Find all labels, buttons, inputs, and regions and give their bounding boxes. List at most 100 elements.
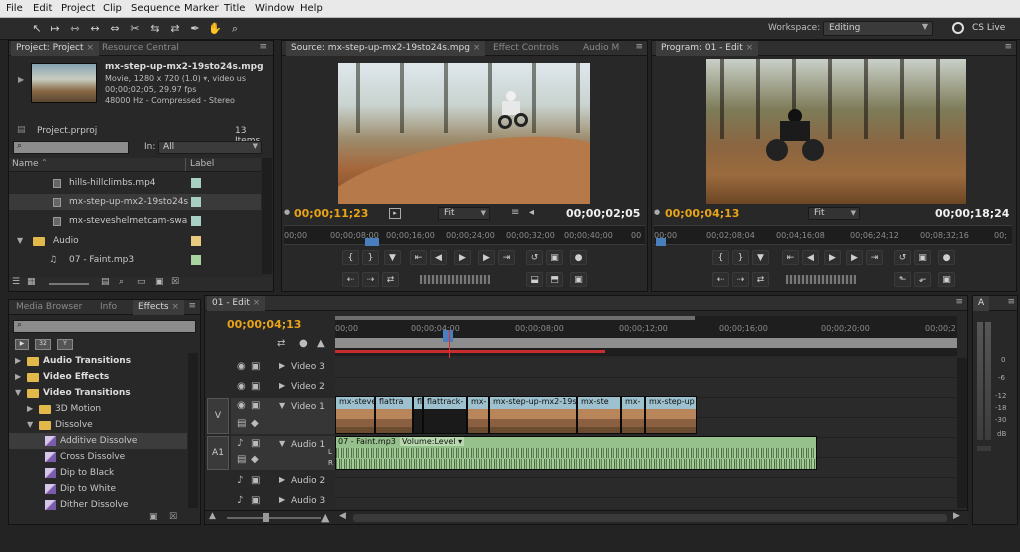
display-style-icon[interactable]: ▤ — [237, 418, 246, 429]
label-swatch[interactable] — [191, 236, 201, 246]
program-fit-select[interactable]: Fit ▼ — [808, 207, 860, 220]
expand-icon[interactable]: ▶ — [279, 475, 285, 484]
label-swatch[interactable] — [191, 255, 201, 265]
export-frame-icon[interactable]: ▣ — [570, 272, 587, 287]
timeline-timecode[interactable]: 00;00;04;13 — [227, 318, 301, 331]
close-icon[interactable]: × — [746, 43, 754, 53]
panel-menu-icon[interactable]: ≡ — [635, 42, 643, 52]
step-back-icon[interactable]: ◀ — [802, 250, 819, 265]
drag-audio-icon[interactable]: ≡ — [511, 207, 519, 218]
menu-title[interactable]: Title — [224, 0, 245, 18]
cs-live-label[interactable]: CS Live — [972, 23, 1005, 33]
mark-out-icon[interactable]: } — [362, 250, 379, 265]
speaker-icon[interactable]: ♪ — [237, 475, 243, 486]
hand-tool-icon[interactable]: ✋ — [206, 21, 224, 37]
tab-sequence[interactable]: 01 - Edit × — [207, 296, 266, 311]
expand-icon[interactable]: ▶ — [279, 361, 285, 370]
ripple-edit-tool-icon[interactable]: ⇿ — [66, 21, 84, 37]
video-clip[interactable]: mx- — [467, 396, 489, 434]
expand-icon[interactable]: ▶ — [279, 381, 285, 390]
panel-menu-icon[interactable]: ≡ — [1007, 297, 1015, 307]
eye-icon[interactable]: ◉ — [237, 361, 246, 372]
shuttle-icon[interactable]: ⇢ — [732, 272, 749, 287]
source-fit-select[interactable]: Fit ▼ — [438, 207, 490, 220]
disclosure-triangle-icon[interactable]: ▶ — [15, 369, 21, 385]
lift-icon[interactable]: ⬑ — [894, 272, 911, 287]
close-icon[interactable]: × — [473, 43, 481, 53]
tab-audio-mixer[interactable]: Audio M — [578, 41, 624, 56]
menu-project[interactable]: Project — [61, 0, 95, 18]
zoom-tool-icon[interactable]: ⌕ — [226, 21, 244, 37]
play-in-to-out-icon[interactable]: ⇠ — [342, 272, 359, 287]
play-icon[interactable]: ▶ — [824, 250, 841, 265]
keyframe-icon[interactable]: ◆ — [251, 418, 259, 429]
rolling-edit-tool-icon[interactable]: ↔ — [86, 21, 104, 37]
list-item[interactable]: hills-hillclimbs.mp4 — [9, 175, 261, 191]
eye-icon[interactable]: ◉ — [237, 400, 246, 411]
effect-item[interactable]: Cross Dissolve — [9, 449, 187, 465]
pen-tool-icon[interactable]: ✒ — [186, 21, 204, 37]
effects-folder-item[interactable]: ▶ Audio Transitions — [9, 353, 187, 369]
go-to-in-icon[interactable]: ⇤ — [782, 250, 799, 265]
collapse-icon[interactable]: ▼ — [279, 439, 285, 448]
list-view-icon[interactable]: ☰ — [12, 277, 20, 287]
trash-icon[interactable]: ☒ — [171, 277, 179, 287]
go-to-out-icon[interactable]: ⇥ — [498, 250, 515, 265]
settings-icon[interactable]: ◂ — [529, 207, 534, 218]
timeline-vertical-scrollbar[interactable] — [957, 358, 967, 508]
effects-folder-item[interactable]: ▼ Video Transitions — [9, 385, 187, 401]
trash-icon[interactable]: ☒ — [169, 512, 177, 522]
automate-icon[interactable]: ▤ — [101, 277, 110, 287]
disclosure-triangle-icon[interactable]: ▼ — [15, 385, 21, 401]
list-item-selected[interactable]: mx-step-up-mx2-19sto24s — [9, 194, 261, 210]
rate-stretch-tool-icon[interactable]: ⇔ — [106, 21, 124, 37]
program-timecode[interactable]: 00;00;04;13 — [665, 207, 739, 220]
set-marker-icon[interactable]: ▼ — [384, 250, 401, 265]
lock-icon[interactable]: ▣ — [251, 400, 260, 411]
drag-video-icon[interactable]: ▸ — [389, 208, 401, 219]
zoom-slider[interactable] — [227, 517, 321, 519]
project-scrollbar[interactable] — [262, 158, 272, 274]
step-forward-icon[interactable]: ▶ — [478, 250, 495, 265]
mark-in-icon[interactable]: { — [342, 250, 359, 265]
effects-folder-item[interactable]: ▶ Video Effects — [9, 369, 187, 385]
disclosure-triangle-icon[interactable]: ▼ — [27, 417, 33, 433]
safe-margins-icon[interactable]: ▣ — [546, 250, 563, 265]
label-swatch[interactable] — [191, 216, 201, 226]
workspace-select[interactable]: Editing ▼ — [823, 21, 933, 36]
video-clip[interactable]: mx- — [621, 396, 645, 434]
zoom-slider[interactable] — [49, 279, 89, 285]
effects-search-input[interactable]: ⌕ — [13, 320, 196, 333]
icon-view-icon[interactable]: ▦ — [27, 277, 36, 287]
col-name[interactable]: Name — [12, 159, 39, 169]
effect-item[interactable]: Additive Dissolve — [9, 433, 187, 449]
eye-icon[interactable]: ◉ — [237, 381, 246, 392]
zoom-in-icon[interactable]: ▲ — [321, 511, 329, 524]
program-playhead[interactable] — [656, 238, 666, 246]
list-item-folder[interactable]: ▼ Audio — [9, 233, 261, 249]
razor-tool-icon[interactable]: ✂ — [126, 21, 144, 37]
menu-help[interactable]: Help — [300, 0, 323, 18]
lock-icon[interactable]: ▣ — [251, 381, 260, 392]
list-item[interactable]: ♫ 07 - Faint.mp3 — [9, 252, 261, 268]
menu-marker[interactable]: Marker — [184, 0, 219, 18]
jog-wheel[interactable] — [786, 275, 856, 284]
effect-item[interactable]: Dip to White — [9, 481, 187, 497]
video-clip[interactable]: mx-steve — [335, 396, 375, 434]
add-marker-icon[interactable]: ▲ — [317, 338, 325, 349]
new-bin-icon[interactable]: ▭ — [137, 277, 146, 287]
mark-in-icon[interactable]: { — [712, 250, 729, 265]
go-to-out-icon[interactable]: ⇥ — [866, 250, 883, 265]
video-clip[interactable]: flattrack- — [423, 396, 467, 434]
video-clip[interactable]: mx-ste — [577, 396, 621, 434]
jog-icon[interactable]: ⇄ — [752, 272, 769, 287]
track-select-tool-icon[interactable]: ↦ — [46, 21, 64, 37]
menu-clip[interactable]: Clip — [103, 0, 122, 18]
disclosure-triangle-icon[interactable]: ▶ — [15, 353, 21, 369]
zoom-slider-handle[interactable] — [263, 513, 269, 522]
disclosure-triangle-icon[interactable]: ▶ — [27, 401, 33, 417]
play-in-to-out-icon[interactable]: ⇠ — [712, 272, 729, 287]
tab-info[interactable]: Info — [95, 300, 122, 315]
effect-item[interactable]: Dither Dissolve — [9, 497, 187, 513]
in-select[interactable]: All ▼ — [158, 141, 262, 154]
